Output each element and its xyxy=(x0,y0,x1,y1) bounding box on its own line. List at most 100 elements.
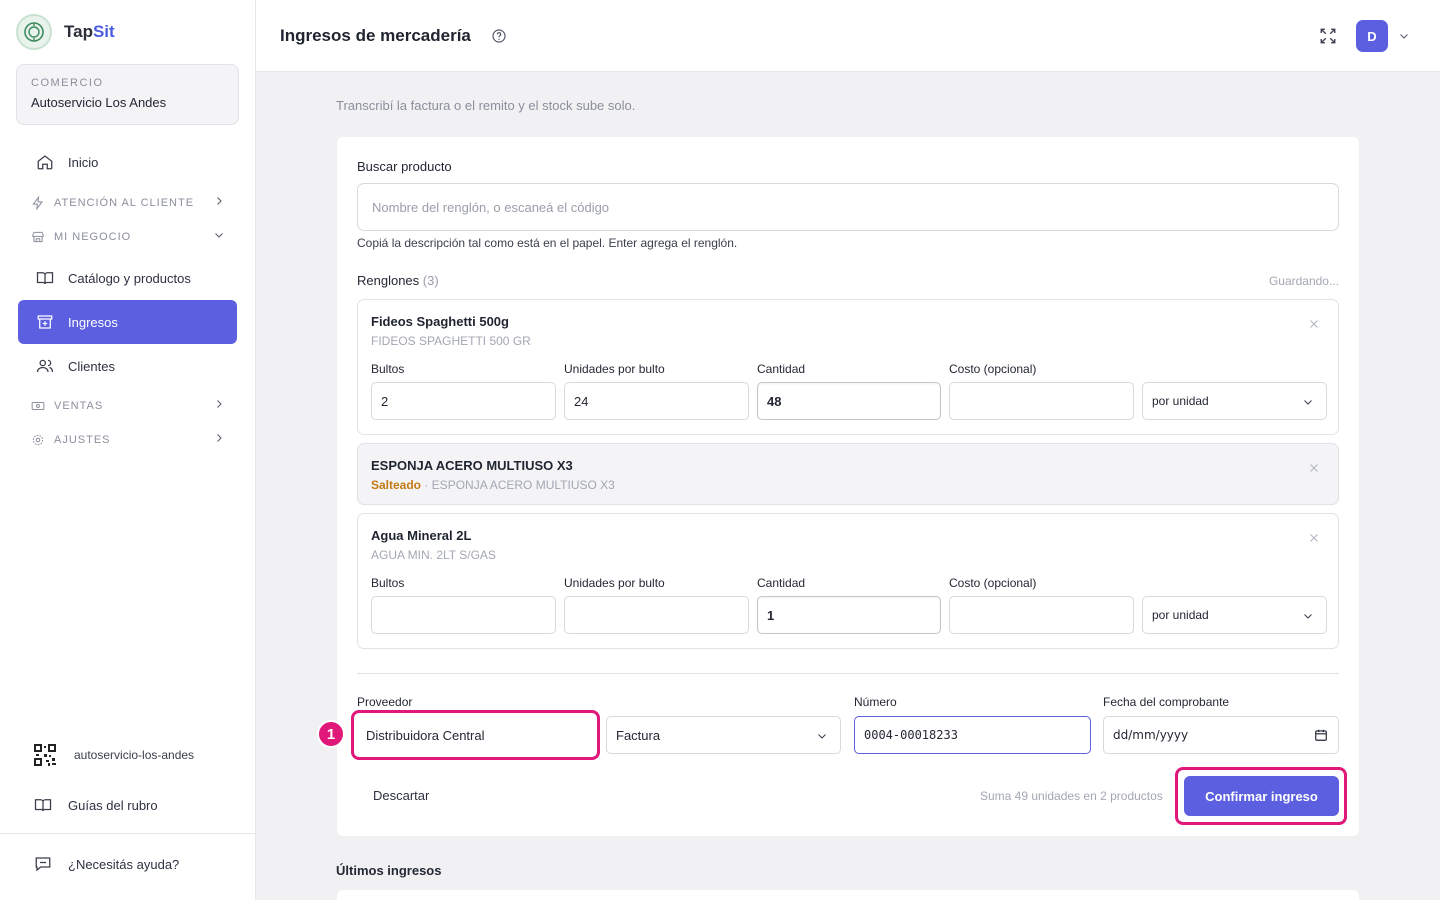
home-icon xyxy=(35,152,55,172)
chevron-down-icon[interactable] xyxy=(1398,30,1410,45)
line-item-title: Agua Mineral 2L xyxy=(371,528,472,543)
save-status: Guardando... xyxy=(1268,274,1339,288)
sidebar-section-ventas[interactable]: VENTAS xyxy=(30,396,225,416)
help-circle-icon[interactable] xyxy=(491,28,507,47)
close-icon[interactable] xyxy=(1308,318,1320,333)
cash-icon xyxy=(30,398,46,414)
cantidad-input[interactable]: 48 xyxy=(757,382,941,420)
sidebar-item-inicio[interactable]: Inicio xyxy=(18,140,237,184)
sidebar-divider xyxy=(0,833,255,834)
chat-icon xyxy=(34,855,52,873)
page-title: Ingresos de mercadería xyxy=(280,26,471,45)
help-link[interactable]: ¿Necesitás ayuda? xyxy=(34,855,179,873)
rows-count: (3) xyxy=(422,273,439,288)
chevron-down-icon xyxy=(1302,396,1314,411)
qr-code-icon xyxy=(34,744,56,766)
discard-button[interactable]: Descartar xyxy=(373,788,429,803)
brand[interactable]: TapSit xyxy=(16,14,115,50)
top-header: Ingresos de mercadería D xyxy=(256,0,1440,72)
chevron-right-icon xyxy=(213,432,225,447)
sidebar-item-label: Clientes xyxy=(68,358,115,374)
unidades-label: Unidades por bulto xyxy=(564,362,665,376)
cantidad-label: Cantidad xyxy=(757,362,806,376)
sidebar-section-label: ATENCIÓN AL CLIENTE xyxy=(54,197,195,209)
line-item: Agua Mineral 2L AGUA MIN. 2LT S/GAS Bult… xyxy=(357,513,1339,649)
unidades-label: Unidades por bulto xyxy=(564,576,665,590)
rows-header: Renglones (3) xyxy=(357,273,439,288)
bolt-icon xyxy=(30,195,46,211)
store-name: Autoservicio Los Andes xyxy=(31,95,167,110)
proveedor-label: Proveedor xyxy=(357,695,413,709)
cantidad-label: Cantidad xyxy=(757,576,806,590)
book-icon xyxy=(35,268,55,288)
skipped-badge: Salteado xyxy=(371,478,422,492)
sidebar-section-label: VENTAS xyxy=(54,400,104,412)
chevron-down-icon xyxy=(1302,610,1314,625)
costo-input[interactable] xyxy=(949,382,1134,420)
help-label: ¿Necesitás ayuda? xyxy=(68,856,180,872)
close-icon[interactable] xyxy=(1308,462,1320,477)
close-icon[interactable] xyxy=(1308,532,1320,547)
section-divider xyxy=(357,673,1339,674)
unit-select[interactable]: por unidad xyxy=(1142,382,1327,420)
costo-label: Costo (opcional) xyxy=(949,362,1037,376)
rows-label: Renglones xyxy=(357,273,420,288)
users-icon xyxy=(35,356,55,376)
costo-label: Costo (opcional) xyxy=(949,576,1037,590)
unidades-input[interactable] xyxy=(564,596,749,634)
line-item-subtitle: FIDEOS SPAGHETTI 500 GR xyxy=(371,334,531,348)
book-icon xyxy=(34,796,52,814)
sidebar-item-catalogo[interactable]: Catálogo y productos xyxy=(18,256,237,300)
sidebar-section-negocio[interactable]: MI NEGOCIO xyxy=(30,227,225,247)
brand-name: TapSit xyxy=(64,22,115,41)
search-hint: Copiá la descripción tal como está en el… xyxy=(357,236,738,250)
store-slug: autoservicio-los-andes xyxy=(74,748,195,762)
bultos-label: Bultos xyxy=(371,362,405,376)
fecha-label: Fecha del comprobante xyxy=(1103,695,1230,709)
sidebar-item-label: Inicio xyxy=(68,154,99,170)
unit-select[interactable]: por unidad xyxy=(1142,596,1327,634)
proveedor-input[interactable]: Distribuidora Central xyxy=(356,716,596,754)
bultos-input[interactable]: 2 xyxy=(371,382,556,420)
sidebar-item-label: Guías del rubro xyxy=(68,797,158,813)
sidebar-item-label: Ingresos xyxy=(68,314,118,330)
sidebar-section-label: AJUSTES xyxy=(54,434,111,446)
sidebar: TapSit COMERCIO Autoservicio Los Andes I… xyxy=(0,0,256,900)
archive-icon xyxy=(35,312,55,332)
store-qr-link[interactable]: autoservicio-los-andes xyxy=(34,744,194,766)
page-subtitle: Transcribí la factura o el remito y el s… xyxy=(336,98,636,113)
store-selector[interactable]: COMERCIO Autoservicio Los Andes xyxy=(16,64,239,125)
brand-logo-icon xyxy=(16,14,52,50)
sidebar-item-clientes[interactable]: Clientes xyxy=(18,344,237,388)
sidebar-item-ingresos[interactable]: Ingresos xyxy=(18,300,237,344)
avatar[interactable]: D xyxy=(1356,20,1388,52)
chevron-right-icon xyxy=(213,398,225,413)
bultos-input[interactable] xyxy=(371,596,556,634)
numero-input[interactable]: 0004-00018233 xyxy=(854,716,1091,754)
fecha-input[interactable]: dd/mm/yyyy xyxy=(1103,716,1339,754)
recent-receipts-card xyxy=(337,890,1359,900)
gear-icon xyxy=(30,432,46,448)
costo-input[interactable] xyxy=(949,596,1134,634)
search-input[interactable]: Nombre del renglón, o escaneá el código xyxy=(357,183,1339,231)
sidebar-section-label: MI NEGOCIO xyxy=(54,231,132,243)
store-label: COMERCIO xyxy=(31,77,104,89)
unit-select-value: por unidad xyxy=(1152,608,1209,622)
fecha-placeholder: dd/mm/yyyy xyxy=(1113,728,1189,742)
confirm-button[interactable]: Confirmar ingreso xyxy=(1184,776,1339,816)
sidebar-item-guias[interactable]: Guías del rubro xyxy=(34,796,158,814)
calendar-icon[interactable] xyxy=(1314,728,1328,745)
sidebar-section-ajustes[interactable]: AJUSTES xyxy=(30,430,225,450)
sidebar-section-atencion[interactable]: ATENCIÓN AL CLIENTE xyxy=(30,193,225,213)
cantidad-input[interactable]: 1 xyxy=(757,596,941,634)
line-item: Fideos Spaghetti 500g FIDEOS SPAGHETTI 5… xyxy=(357,299,1339,435)
store-icon xyxy=(30,229,46,245)
search-label: Buscar producto xyxy=(357,159,452,174)
bultos-label: Bultos xyxy=(371,576,405,590)
unidades-input[interactable]: 24 xyxy=(564,382,749,420)
fullscreen-icon[interactable] xyxy=(1319,27,1337,48)
sidebar-item-label: Catálogo y productos xyxy=(68,270,191,286)
step-badge: 1 xyxy=(317,720,345,748)
chevron-down-icon xyxy=(213,229,225,244)
voucher-type-select[interactable]: Factura xyxy=(606,716,841,754)
